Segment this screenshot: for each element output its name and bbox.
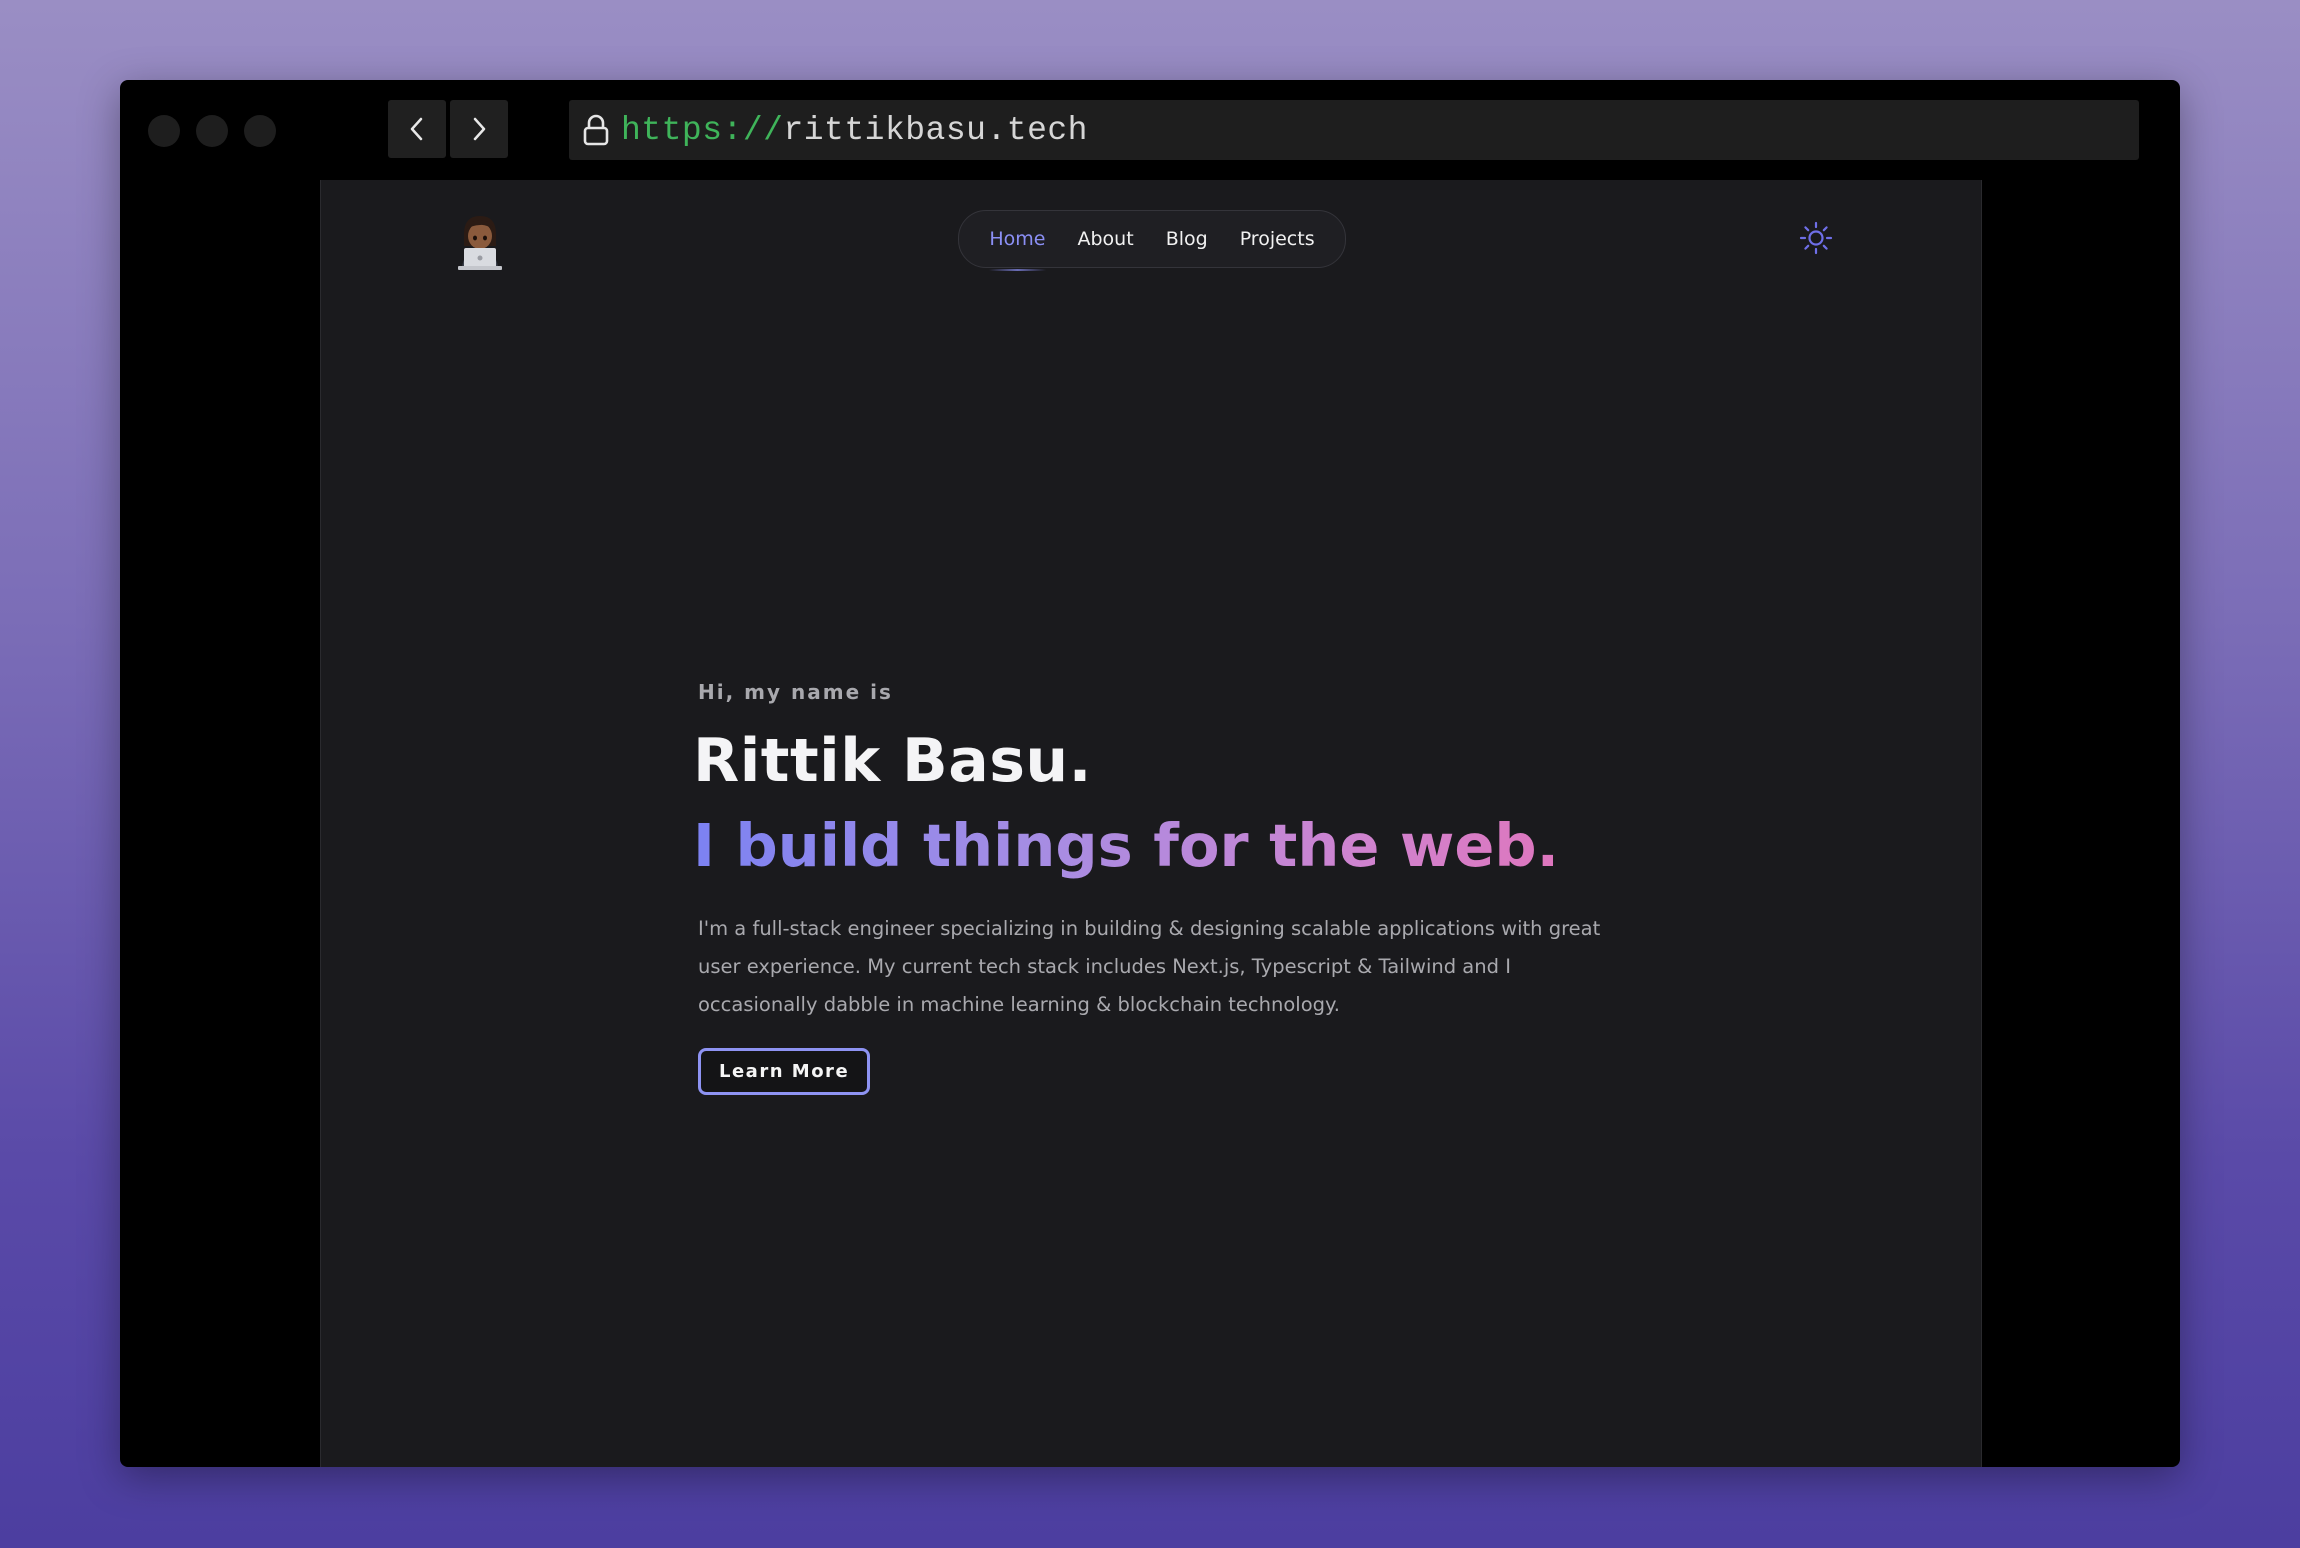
url-scheme: https:// xyxy=(621,111,784,149)
window-maximize-dot[interactable] xyxy=(244,115,276,147)
browser-window: https://rittikbasu.tech Home About Blog … xyxy=(120,80,2180,1467)
window-close-dot[interactable] xyxy=(148,115,180,147)
webpage: Home About Blog Projects Hi, my name is … xyxy=(320,180,1982,1467)
hero-section: Hi, my name is Rittik Basu. I build thin… xyxy=(693,680,1658,1095)
forward-button[interactable] xyxy=(450,100,508,158)
window-minimize-dot[interactable] xyxy=(196,115,228,147)
learn-more-button[interactable]: Learn More xyxy=(698,1047,871,1095)
lock-icon xyxy=(583,114,609,146)
technologist-emoji-icon xyxy=(458,216,502,270)
hero-greeting: Hi, my name is xyxy=(698,680,893,704)
nav-item-about[interactable]: About xyxy=(1078,228,1134,250)
chevron-left-icon xyxy=(410,117,423,141)
sun-icon xyxy=(1799,221,1833,255)
main-nav: Home About Blog Projects xyxy=(958,210,1346,271)
url-host: rittikbasu.tech xyxy=(783,111,1088,149)
back-button[interactable] xyxy=(388,100,446,158)
chevron-right-icon xyxy=(473,117,486,141)
hero-name: Rittik Basu. xyxy=(693,726,1092,796)
nav-item-home[interactable]: Home xyxy=(989,228,1046,271)
url-text: https://rittikbasu.tech xyxy=(621,112,1088,149)
nav-item-projects[interactable]: Projects xyxy=(1240,228,1315,250)
avatar[interactable] xyxy=(456,212,504,270)
address-bar[interactable]: https://rittikbasu.tech xyxy=(569,100,2139,160)
hero-bio: I'm a full-stack engineer specializing i… xyxy=(698,916,1601,1016)
hero-tagline: I build things for the web. xyxy=(693,812,1658,880)
theme-toggle-button[interactable] xyxy=(1798,220,1834,256)
nav-item-blog[interactable]: Blog xyxy=(1166,228,1208,250)
